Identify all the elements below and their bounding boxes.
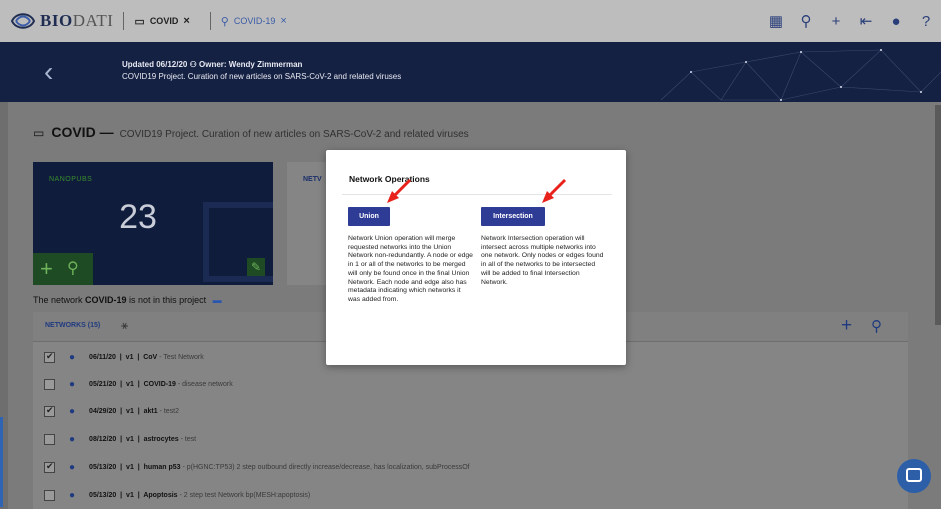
networks-card-label: NETV xyxy=(303,176,322,183)
divider xyxy=(123,12,125,30)
import-icon[interactable]: ⇤ xyxy=(851,12,881,30)
share-network-icon[interactable]: ⚹ xyxy=(121,318,128,333)
row-text: 05/13/20 | v1 | Apoptosis - 2 step test … xyxy=(89,491,311,499)
row-text: 08/12/20 | v1 | astrocytes - test xyxy=(89,435,197,443)
logo-text: BIODATI xyxy=(40,11,114,30)
table-row[interactable]: ● 04/29/20 | v1 | akt1 - test2 xyxy=(33,399,908,423)
project-banner: ‹ Updated 06/12/20 ⚇ Owner: Wendy Zimmer… xyxy=(0,42,941,102)
row-text: 06/11/20 | v1 | CoV - Test Network xyxy=(89,353,204,361)
table-row[interactable]: ● 05/13/20 | v1 | Apoptosis - 2 step test… xyxy=(33,483,908,507)
project-icon: ▭ xyxy=(134,15,145,28)
user-outline-icon: ⚇ xyxy=(189,60,197,69)
plus-icon[interactable]: + xyxy=(821,13,851,30)
dialog-divider xyxy=(342,194,612,195)
table-row[interactable]: ● 08/12/20 | v1 | astrocytes - test xyxy=(33,427,908,451)
biodati-logo[interactable]: BIODATI xyxy=(10,10,113,32)
add-nanopub-icon[interactable]: + xyxy=(40,256,53,282)
constellation-decoration xyxy=(660,49,941,101)
page-title: ▭ COVID — COVID19 Project. Curation of n… xyxy=(33,124,469,140)
project-meta: Updated 06/12/20 ⚇ Owner: Wendy Zimmerma… xyxy=(122,59,401,83)
nanopubs-card[interactable]: NANOPUBS 23 + ⚲ ✎ xyxy=(33,162,273,285)
row-checkbox[interactable] xyxy=(44,405,55,417)
tab-label: COVID xyxy=(149,16,179,26)
search-network-icon[interactable]: ⚲ xyxy=(871,317,882,335)
close-icon[interactable]: × xyxy=(183,15,189,27)
grid-icon[interactable]: ▦ xyxy=(761,12,791,30)
edit-icon[interactable]: ✎ xyxy=(247,258,265,276)
network-icon: ⚲ xyxy=(220,15,229,28)
union-description: Network Union operation will merge reque… xyxy=(348,235,473,303)
chat-icon xyxy=(906,468,922,482)
row-text: 04/29/20 | v1 | akt1 - test2 xyxy=(89,407,180,415)
banner-description: COVID19 Project. Curation of new article… xyxy=(122,72,402,81)
nanopubs-actions: + ⚲ ✎ xyxy=(33,253,273,285)
search-nanopub-icon[interactable]: ⚲ xyxy=(67,258,79,278)
user-icon: ● xyxy=(69,405,76,417)
user-icon[interactable]: ● xyxy=(881,13,911,30)
divider xyxy=(209,12,211,30)
tab-covid-19[interactable]: ⚲ COVID-19 × xyxy=(221,0,287,42)
folder-icon[interactable]: ▬ xyxy=(213,295,222,305)
logo-mark-icon xyxy=(10,10,36,32)
add-network-icon[interactable]: + xyxy=(841,315,852,337)
networks-title: NETWORKS (15) xyxy=(45,322,101,329)
search-icon[interactable]: ⚲ xyxy=(791,12,821,30)
back-chevron-icon[interactable]: ‹ xyxy=(44,56,53,88)
nanopubs-count: 23 xyxy=(119,198,157,236)
intersection-description: Network Intersection operation will inte… xyxy=(481,235,604,286)
user-icon: ● xyxy=(69,378,76,390)
row-checkbox[interactable] xyxy=(44,351,55,363)
union-button[interactable]: Union xyxy=(348,207,390,226)
update-owner-line: Updated 06/12/20 ⚇ Owner: Wendy Zimmerma… xyxy=(122,60,303,69)
user-icon: ● xyxy=(69,433,76,445)
top-toolbar: ▦ ⚲ + ⇤ ● ? xyxy=(761,0,941,42)
tab-label: COVID-19 xyxy=(233,16,276,26)
red-arrow-icon xyxy=(542,178,567,203)
nanopubs-label: NANOPUBS xyxy=(49,176,93,183)
help-icon[interactable]: ? xyxy=(911,13,941,30)
row-checkbox[interactable] xyxy=(44,378,55,390)
row-checkbox[interactable] xyxy=(44,433,55,445)
not-in-project-notice: The network COVID-19 is not in this proj… xyxy=(33,295,222,305)
row-text: 05/21/20 | v1 | COVID-19 - disease netwo… xyxy=(89,380,233,388)
intersection-button[interactable]: Intersection xyxy=(481,207,545,226)
left-edge xyxy=(0,102,8,509)
table-row[interactable]: ● 05/21/20 | v1 | COVID-19 - disease netw… xyxy=(33,372,908,396)
user-icon: ● xyxy=(69,489,76,501)
user-icon: ● xyxy=(69,461,76,473)
user-icon: ● xyxy=(69,351,76,363)
close-icon[interactable]: × xyxy=(280,15,286,27)
tab-covid[interactable]: ▭ COVID × xyxy=(134,0,189,42)
scrollbar[interactable] xyxy=(935,105,941,325)
left-edge-highlight xyxy=(0,417,3,507)
top-bar: BIODATI ▭ COVID × ⚲ COVID-19 × ▦ ⚲ + ⇤ ●… xyxy=(0,0,941,42)
row-checkbox[interactable] xyxy=(44,461,55,473)
table-row[interactable]: ● 05/13/20 | v1 | human p53 - p(HGNC:TP53… xyxy=(33,455,908,479)
red-arrow-icon xyxy=(387,178,412,203)
network-operations-dialog: Network Operations Union Intersection Ne… xyxy=(326,150,626,365)
row-text: 05/13/20 | v1 | human p53 - p(HGNC:TP53)… xyxy=(89,463,470,471)
project-icon: ▭ xyxy=(33,126,45,140)
chat-widget-button[interactable] xyxy=(897,459,931,493)
row-checkbox[interactable] xyxy=(44,489,55,501)
